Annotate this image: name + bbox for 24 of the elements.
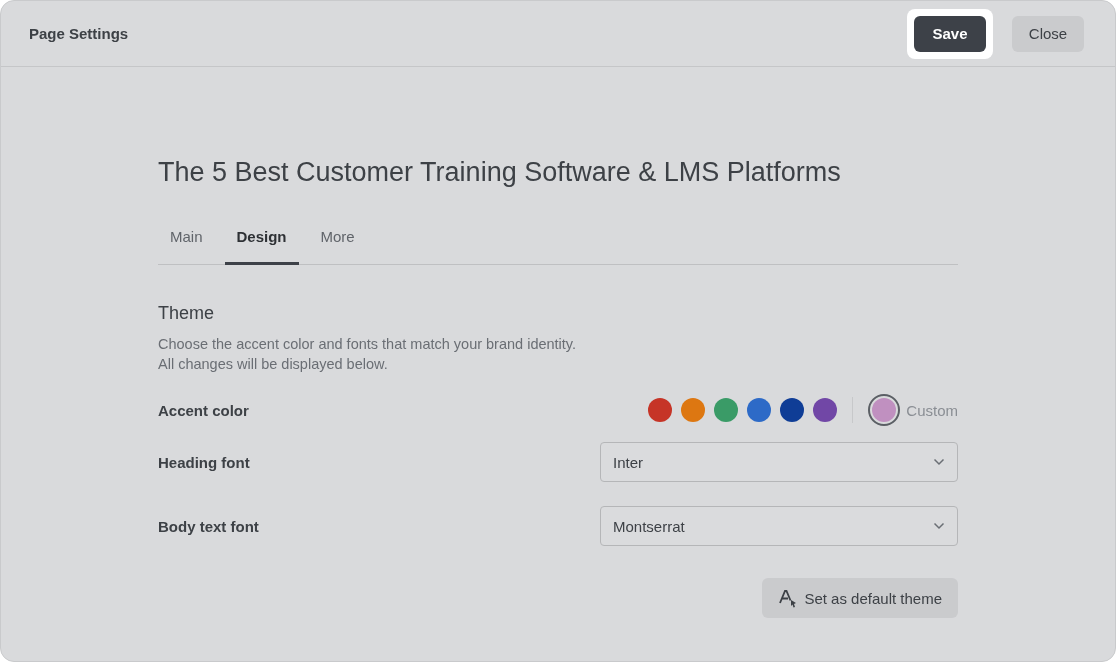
font-dropdown[interactable]: Montserrat	[600, 506, 958, 546]
font-dropdown[interactable]: Inter	[600, 442, 958, 482]
chevron-down-icon	[933, 522, 945, 530]
chevron-down-icon	[933, 458, 945, 466]
color-swatch[interactable]	[714, 398, 739, 422]
close-button[interactable]: Close	[1012, 15, 1084, 52]
tab[interactable]: Design	[224, 216, 299, 265]
set-default-theme-button[interactable]: Set as default theme	[762, 578, 958, 618]
color-swatch[interactable]	[747, 398, 772, 422]
page-title: The 5 Best Customer Training Software & LMS Platforms	[158, 157, 842, 188]
section-heading: Theme	[158, 303, 216, 324]
section-description: All changes will be displayed below.	[158, 355, 389, 374]
tab[interactable]: Main	[158, 216, 215, 265]
color-swatch[interactable]	[648, 398, 673, 422]
save-button[interactable]: Save	[914, 15, 986, 52]
dialog-title: Page Settings	[29, 25, 130, 42]
color-swatch[interactable]	[681, 398, 706, 422]
field-label: Accent color	[158, 401, 249, 419]
tab[interactable]: More	[308, 216, 367, 265]
field-label: Body text font	[158, 517, 259, 535]
section-description: Choose the accent color and fonts that match your brand identity.	[158, 335, 578, 354]
color-swatch[interactable]	[780, 398, 805, 422]
field-label: Heading font	[158, 453, 250, 471]
color-swatch[interactable]	[813, 398, 838, 422]
